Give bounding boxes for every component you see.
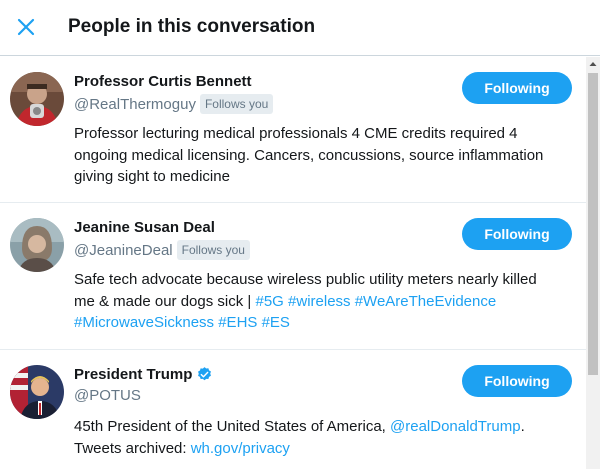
bio-line: Professor lecturing medical professional… [74,125,518,142]
hashtag-link[interactable]: #EHS [218,314,257,331]
scrollbar-thumb[interactable] [588,73,598,375]
following-button[interactable]: Following [462,72,572,104]
close-button[interactable] [12,13,42,43]
user-bio: 45th President of the United States of A… [74,416,574,459]
bio-line: ongoing medical licensing. Cancers, conc… [74,146,544,164]
hashtag-link[interactable]: #wireless [288,293,351,310]
user-bio: Safe tech advocate because wireless publ… [74,269,574,334]
url-link[interactable]: wh.gov/privacy [191,440,290,457]
avatar[interactable] [10,218,64,272]
bio-text: . [520,418,525,435]
bio-line: Tweets archived: wh.gov/privacy [74,438,574,460]
scroll-up-arrow-icon[interactable] [586,57,600,71]
list-item: Professor Curtis Bennett @RealThermoguy … [0,57,586,203]
user-name[interactable]: Jeanine Susan Deal [74,219,215,236]
modal-header: People in this conversation [0,0,600,56]
following-button[interactable]: Following [462,218,572,250]
bio-line: giving sight to medicine [74,168,230,185]
avatar[interactable] [10,365,64,419]
user-name[interactable]: Professor Curtis Bennett [74,73,252,90]
people-list: Professor Curtis Bennett @RealThermoguy … [0,57,586,469]
bio-text: Tweets archived: [74,439,191,457]
user-handle[interactable]: @JeanineDeal [74,242,173,259]
hashtag-link[interactable]: #5G [255,293,283,310]
page-title: People in this conversation [68,16,316,37]
follows-you-badge: Follows you [176,240,250,260]
user-handle[interactable]: @RealThermoguy [74,96,196,113]
bio-text: me & made our dogs sick | [74,292,256,310]
bio-line: me & made our dogs sick | #5G #wireless … [74,291,574,313]
bio-text: 45th President of the United States of A… [74,418,391,435]
user-name[interactable]: President Trump [74,366,192,383]
follows-you-badge: Follows you [199,94,274,114]
user-bio: Professor lecturing medical professional… [74,123,574,188]
bio-line: Safe tech advocate because wireless publ… [74,271,537,288]
mention-link[interactable]: @realDonaldTrump [390,418,521,435]
user-handle[interactable]: @POTUS [74,387,141,404]
list-item: President Trump @POTUS Following 45th Pr… [0,350,586,469]
following-button[interactable]: Following [462,365,572,397]
scrollbar[interactable] [586,57,600,469]
bio-line: #MicrowaveSickness #EHS #ES [74,312,574,334]
hashtag-link[interactable]: #MicrowaveSickness [74,314,214,331]
list-item: Jeanine Susan Deal @JeanineDeal Follows … [0,203,586,350]
hashtag-link[interactable]: #ES [262,314,290,331]
close-icon [17,18,35,36]
avatar[interactable] [10,72,64,126]
hashtag-link[interactable]: #WeAreTheEvidence [355,293,496,310]
verified-badge-icon [198,367,212,381]
bio-line: 45th President of the United States of A… [74,416,574,438]
